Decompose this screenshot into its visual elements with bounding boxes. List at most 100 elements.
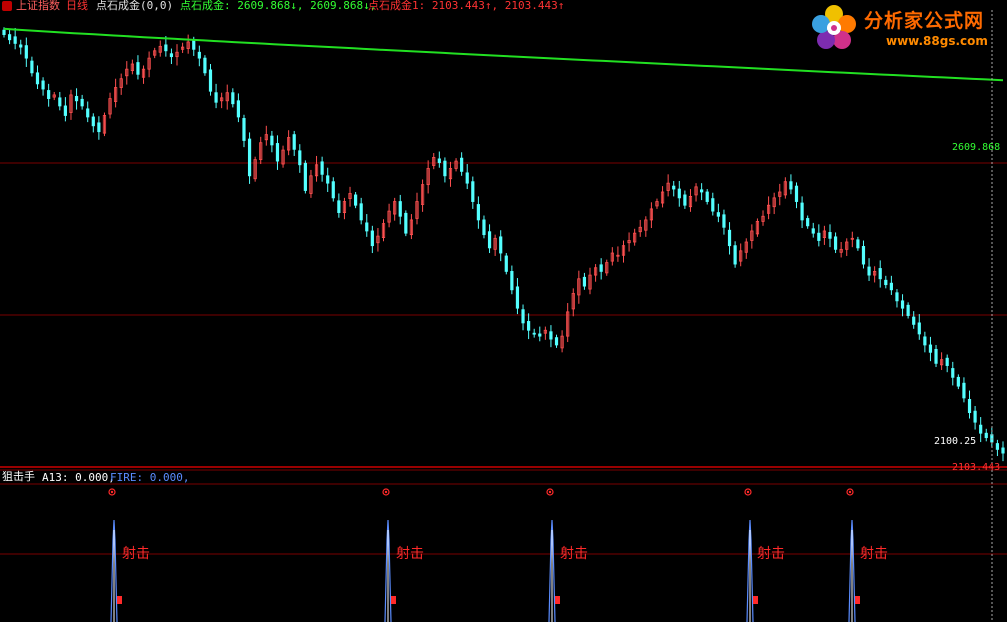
candle-body [711,198,715,212]
candle-body [326,175,330,184]
candle-body [13,36,17,44]
candle-body [398,201,402,217]
candle-body [482,219,486,236]
candle-body [889,282,893,291]
candle-body [30,60,34,74]
candle-body [460,157,464,172]
candle-body [895,292,899,302]
candle-body [527,321,531,331]
candle-body [867,266,871,276]
candle-body [917,322,921,335]
candle-body [582,276,587,287]
candle-body [800,202,804,221]
series-value-low: 点石成金1: 2103.443↑, 2103.443↑ [368,0,565,12]
brand-logo[interactable]: 分析家公式网 www.88gs.com [808,2,1005,54]
candle-body [806,218,810,227]
signal-label: 射击 [860,546,888,562]
candle-body [437,158,441,163]
candle-body [923,336,927,346]
candle-body [91,116,95,127]
subpane-title: 狙击手 [2,470,35,483]
period-label[interactable]: 日线 [66,0,88,12]
candle-body [197,51,201,59]
candle-body [86,108,90,118]
candle-body [677,188,681,199]
candle-body [811,228,815,234]
low-price-label: 2100.25 [934,436,977,447]
candle-body [510,271,514,291]
fire-sun-core [746,490,750,494]
candle-body [683,194,687,206]
candle-body [58,97,62,107]
candle-body [817,232,821,241]
fire-sun-core [848,490,852,494]
candle-body [320,161,324,175]
candle-body [833,236,838,250]
candle-body [504,255,508,272]
candle-body [554,337,559,346]
candle-body [80,98,84,107]
candle-body [136,62,140,75]
candle-body [912,316,916,325]
signal-label: 射击 [122,546,150,562]
candle-body [471,181,475,202]
candle-body [370,230,374,247]
candle-body [672,185,676,190]
signal-marker [753,596,758,604]
signal-marker [117,596,122,604]
candle-body [192,40,196,50]
fire-sun-core [384,490,388,494]
candle-body [733,245,737,265]
candle-body [861,246,866,265]
candle-body [928,344,933,353]
signal-label: 射击 [396,546,424,562]
candle-body [945,357,949,366]
candle-body [74,95,79,102]
kline-stage: 上证指数 日线 点石成金(0,0) 点石成金: 2609.868↓, 2609.… [0,0,1007,622]
candle-body [884,279,888,286]
candle-body [359,203,363,221]
candle-body [331,181,335,199]
candle-body [521,309,525,324]
candle-body [24,45,28,59]
bottom-price-label: 2103.443 [952,462,1001,473]
candle-body [538,333,542,337]
candle-body [208,69,213,92]
candle-body [856,239,860,249]
logo-brand-text: 分析家公式网 [864,10,985,32]
candle-body [705,191,709,202]
candle-body [599,264,603,272]
fire-sun-core [110,490,114,494]
subpane-fire: FIRE: 0.000, [110,471,190,484]
fire-sun-core [548,490,552,494]
candle-body [404,212,408,234]
candle-body [973,410,977,423]
candle-body [789,181,793,190]
candle-body [41,80,45,90]
candle-body [906,304,910,316]
candle-body [247,138,252,177]
logo-url-text: www.88gs.com [886,34,988,48]
candle-body [487,231,492,249]
candle-body [275,143,280,162]
signal-marker [555,596,560,604]
candle-body [1001,447,1005,454]
signal-label: 射击 [560,546,588,562]
candle-body [2,29,6,35]
candle-body [47,90,51,99]
kline-chart[interactable] [0,0,1007,622]
candle-body [354,194,358,206]
candle-body [214,92,218,103]
candle-body [298,150,302,166]
candle-body [532,332,536,335]
candle-body [700,189,704,193]
instrument-label: 上证指数 [16,0,60,12]
candle-body [169,53,174,58]
signal-marker [391,596,396,604]
candle-body [465,172,469,184]
candle-body [242,118,246,141]
candle-body [270,135,274,146]
candle-body [900,300,905,309]
subpane-a13: A13: 0.000, [42,471,115,484]
app-icon[interactable] [2,1,12,11]
